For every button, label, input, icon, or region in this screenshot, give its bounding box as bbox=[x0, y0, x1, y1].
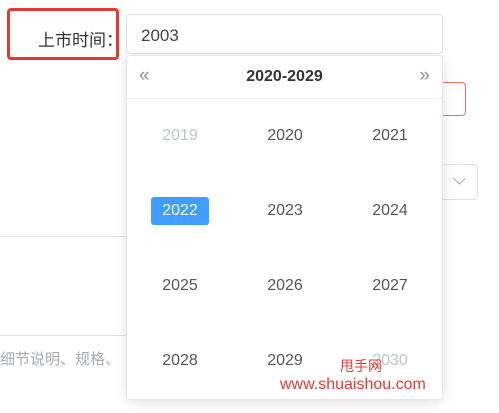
year-cell[interactable]: 2029 bbox=[250, 347, 320, 375]
chevron-down-icon bbox=[453, 172, 466, 185]
year-cell[interactable]: 2022 bbox=[151, 197, 209, 225]
year-picker-header: « 2020-2029 » bbox=[127, 56, 442, 99]
year-cell[interactable]: 2026 bbox=[250, 272, 320, 300]
textarea-hint: 细节说明、规格、 bbox=[0, 351, 121, 368]
year-cell[interactable]: 2020 bbox=[250, 122, 320, 150]
year-picker-panel: « 2020-2029 » 2019 2020 2021 2022 2023 2024 20… bbox=[126, 55, 443, 400]
background-textarea[interactable] bbox=[0, 236, 146, 336]
year-cell[interactable]: 2028 bbox=[145, 347, 215, 375]
year-input-value: 2003 bbox=[141, 26, 179, 45]
watermark-brand: 甩手网 bbox=[340, 358, 382, 374]
decade-range-label: 2020-2029 bbox=[246, 68, 323, 85]
background-input-error[interactable] bbox=[440, 82, 466, 116]
year-input[interactable]: 2003 bbox=[126, 14, 443, 54]
double-chevron-right-icon[interactable]: » bbox=[419, 65, 430, 87]
year-cell[interactable]: 2027 bbox=[355, 272, 425, 300]
year-cell: 2019 bbox=[162, 127, 198, 144]
watermark-url: www.shuaishou.com bbox=[280, 376, 426, 393]
release-time-label: 上市时间： bbox=[38, 31, 123, 50]
background-select[interactable] bbox=[440, 164, 478, 200]
year-cell[interactable]: 2021 bbox=[355, 122, 425, 150]
year-cell[interactable]: 2023 bbox=[250, 197, 320, 225]
year-cell[interactable]: 2024 bbox=[355, 197, 425, 225]
year-cell[interactable]: 2025 bbox=[145, 272, 215, 300]
